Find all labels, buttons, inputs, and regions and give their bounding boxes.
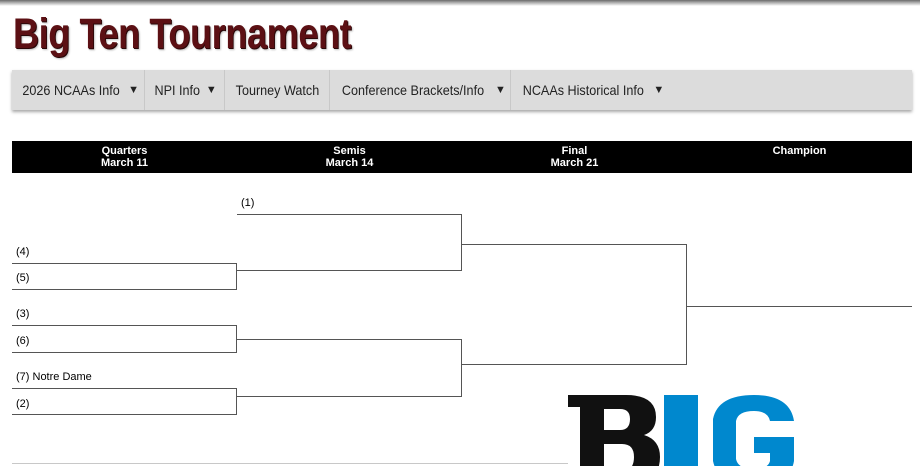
round-header-champion: Champion <box>687 145 912 157</box>
bracket-line <box>12 352 237 353</box>
bracket-line <box>461 214 462 271</box>
round-name: Semis <box>333 145 366 157</box>
nav-item-2026-ncaas-info[interactable]: 2026 NCAAs Info ▼ <box>12 70 145 110</box>
round-date: March 11 <box>100 157 149 169</box>
bracket-line <box>462 364 686 365</box>
bracket-line <box>237 270 461 271</box>
bracket-line <box>12 325 237 326</box>
big-ten-logo-graphic <box>568 395 794 466</box>
chevron-down-icon: ▼ <box>495 84 506 96</box>
round-header-final: Final March 21 <box>462 145 687 169</box>
round-name: Final <box>561 145 588 157</box>
bracket-line <box>236 388 237 415</box>
nav-item-conference-brackets[interactable]: Conference Brackets/Info ▼ <box>330 70 511 110</box>
nav-item-npi-info[interactable]: NPI Info ▼ <box>145 70 225 110</box>
bracket-slot-label: (1) <box>241 197 255 209</box>
round-date: March 14 <box>325 157 374 169</box>
bracket-line <box>236 263 237 290</box>
divider <box>12 463 568 464</box>
chevron-down-icon: ▼ <box>128 84 140 96</box>
chevron-down-icon: ▼ <box>205 84 217 96</box>
bracket-slot-label: (4) <box>16 246 30 258</box>
round-header-semis: Semis March 14 <box>237 145 462 169</box>
bracket-line <box>687 306 912 307</box>
round-header-quarters: Quarters March 11 <box>12 145 237 169</box>
nav-item-ncaas-historical-info[interactable]: NCAAs Historical Info ▼ <box>511 70 669 110</box>
bracket-line <box>237 214 461 215</box>
nav-item-label: NCAAs Historical Info <box>522 82 644 98</box>
top-shadow <box>0 0 920 6</box>
bracket-line <box>12 414 237 415</box>
chevron-down-icon: ▼ <box>653 84 665 96</box>
bracket-line <box>12 388 237 389</box>
bracket-line <box>462 244 686 245</box>
page-title: Big Ten Tournament <box>13 10 352 58</box>
bracket-line <box>461 339 462 397</box>
bracket-line <box>686 244 687 365</box>
nav-item-label: Tourney Watch <box>235 82 319 98</box>
round-name: Champion <box>772 145 827 157</box>
main-nav: 2026 NCAAs Info ▼ NPI Info ▼ Tourney Wat… <box>12 70 912 110</box>
bracket-line <box>237 339 461 340</box>
round-date: March 21 <box>550 157 599 169</box>
nav-item-tourney-watch[interactable]: Tourney Watch <box>225 70 330 110</box>
bracket-slot-label: (6) <box>16 335 30 347</box>
bracket-line <box>237 396 461 397</box>
bracket-header: Quarters March 11 Semis March 14 Final M… <box>12 141 912 173</box>
bracket-slot-label: (2) <box>16 398 30 410</box>
bracket-slot-label: (3) <box>16 308 30 320</box>
nav-item-label: NPI Info <box>154 82 201 98</box>
round-name: Quarters <box>101 145 148 157</box>
bracket-line <box>12 263 237 264</box>
big-ten-logo <box>568 395 803 466</box>
bracket-slot-label: (5) <box>16 272 30 284</box>
nav-item-label: 2026 NCAAs Info <box>22 82 120 98</box>
bracket-line <box>12 289 237 290</box>
nav-item-label: Conference Brackets/Info <box>341 82 485 98</box>
bracket-slot-label: (7) Notre Dame <box>16 371 92 383</box>
